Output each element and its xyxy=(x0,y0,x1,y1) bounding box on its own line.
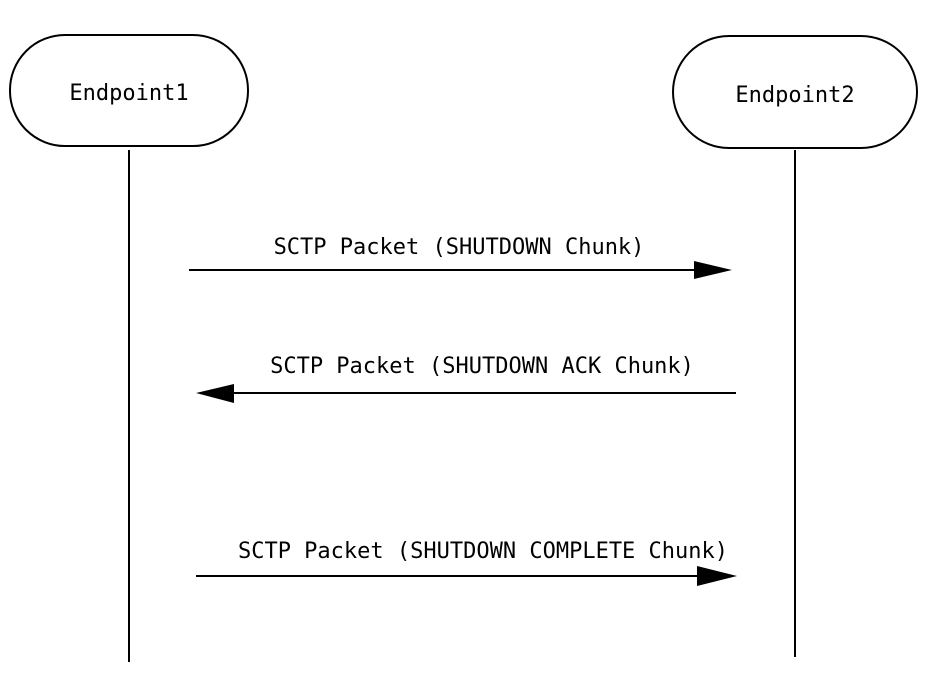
arrowhead-right-icon xyxy=(694,261,732,279)
message-label: SCTP Packet (SHUTDOWN ACK Chunk) xyxy=(270,354,694,379)
arrowhead-left-icon xyxy=(196,384,234,403)
message-shutdown-ack: SCTP Packet (SHUTDOWN ACK Chunk) xyxy=(196,354,736,403)
message-label: SCTP Packet (SHUTDOWN COMPLETE Chunk) xyxy=(238,539,728,564)
arrowhead-right-icon xyxy=(697,566,737,586)
participant-label: Endpoint2 xyxy=(735,83,854,108)
participant-endpoint2: Endpoint2 xyxy=(672,35,918,149)
participant-endpoint1: Endpoint1 xyxy=(9,34,249,147)
sequence-diagram: Endpoint1 Endpoint2 SCTP Packet (SHUTDOW… xyxy=(9,34,918,662)
participant-label: Endpoint1 xyxy=(69,81,188,106)
message-shutdown: SCTP Packet (SHUTDOWN Chunk) xyxy=(189,235,732,279)
message-label: SCTP Packet (SHUTDOWN Chunk) xyxy=(274,235,645,260)
message-shutdown-complete: SCTP Packet (SHUTDOWN COMPLETE Chunk) xyxy=(196,539,737,586)
